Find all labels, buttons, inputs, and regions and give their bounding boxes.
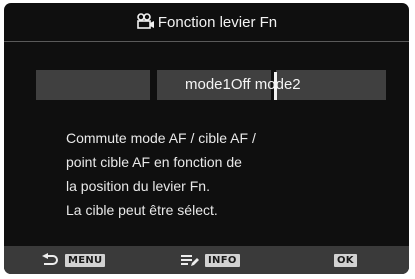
help-line: la position du levier Fn.	[66, 178, 210, 194]
title-divider	[4, 41, 409, 42]
back-button-hint[interactable]: MENU	[40, 252, 106, 268]
list-edit-icon	[180, 253, 200, 267]
title-bar: Fonction levier Fn	[4, 3, 409, 41]
ok-button-hint[interactable]: OK	[334, 252, 357, 268]
info-key-label: INFO	[205, 253, 240, 267]
ok-key-label: OK	[334, 253, 357, 267]
page-title: Fonction levier Fn	[157, 13, 278, 31]
help-line: Commute mode AF / cible AF /	[66, 130, 256, 146]
help-line: point cible AF en fonction de	[66, 154, 242, 170]
info-button-hint[interactable]: INFO	[180, 252, 240, 268]
menu-key-label: MENU	[65, 253, 106, 267]
movie-camera-icon	[136, 13, 156, 29]
option-slot-1[interactable]	[36, 70, 150, 100]
back-arrow-icon	[40, 253, 60, 267]
help-line: La cible peut être sélect.	[66, 202, 218, 218]
button-guide-bar: MENU INFO OK	[4, 246, 409, 274]
camera-menu-screen: Fonction levier Fn mode1Off mode2 Commut…	[4, 3, 409, 274]
help-description: Commute mode AF / cible AF / point cible…	[66, 126, 386, 222]
mode-options-label: mode1Off mode2	[185, 76, 301, 93]
